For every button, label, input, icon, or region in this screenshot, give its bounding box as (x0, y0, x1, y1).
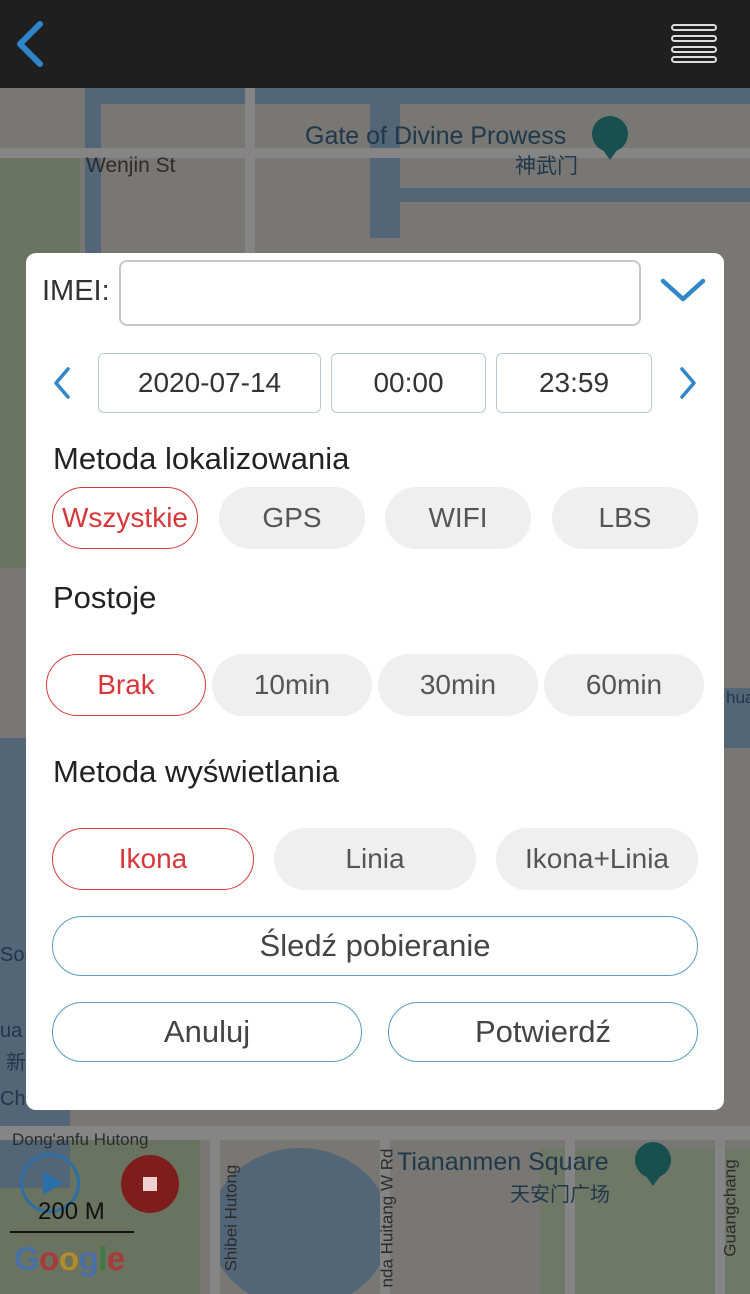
locating-option-wifi[interactable]: WIFI (385, 487, 531, 549)
google-logo: Google (14, 1240, 125, 1277)
stop-button[interactable] (121, 1155, 179, 1213)
chevron-left-icon (17, 21, 43, 67)
track-playback-dialog: IMEI: 2020-07-14 00:00 23:59 Metoda loka… (26, 253, 724, 1110)
menu-button[interactable] (670, 22, 718, 64)
display-method-title: Metoda wyświetlania (53, 754, 340, 789)
track-download-button[interactable]: Śledź pobieranie (52, 916, 698, 976)
stops-option-30min[interactable]: 30min (378, 654, 538, 716)
locating-option-gps[interactable]: GPS (219, 487, 365, 549)
locating-method-title: Metoda lokalizowania (53, 441, 350, 476)
imei-input[interactable] (119, 260, 641, 326)
stops-option-none[interactable]: Brak (46, 654, 206, 716)
locating-option-all[interactable]: Wszystkie (52, 487, 198, 549)
imei-label: IMEI: (42, 275, 110, 307)
imei-dropdown-button[interactable] (658, 275, 708, 307)
chevron-right-icon (680, 367, 696, 399)
stops-title: Postoje (53, 580, 157, 615)
display-option-icon[interactable]: Ikona (52, 828, 254, 890)
top-bar (0, 0, 750, 88)
display-option-line[interactable]: Linia (274, 828, 476, 890)
stop-icon (143, 1177, 157, 1191)
back-button[interactable] (12, 18, 52, 70)
date-field[interactable]: 2020-07-14 (98, 353, 321, 413)
chevron-left-icon (54, 367, 70, 399)
start-time-field[interactable]: 00:00 (331, 353, 486, 413)
next-day-button[interactable] (672, 365, 702, 401)
end-time-field[interactable]: 23:59 (496, 353, 652, 413)
stops-option-60min[interactable]: 60min (544, 654, 704, 716)
stops-option-10min[interactable]: 10min (212, 654, 372, 716)
prev-day-button[interactable] (48, 365, 78, 401)
locating-option-lbs[interactable]: LBS (552, 487, 698, 549)
confirm-button[interactable]: Potwierdź (388, 1002, 698, 1062)
map-scale-label: 200 M (38, 1198, 105, 1225)
cancel-button[interactable]: Anuluj (52, 1002, 362, 1062)
chevron-down-icon (660, 278, 706, 302)
hamburger-menu-icon (671, 24, 717, 63)
display-option-icon-line[interactable]: Ikona+Linia (496, 828, 698, 890)
map-scale-bar (10, 1231, 134, 1233)
